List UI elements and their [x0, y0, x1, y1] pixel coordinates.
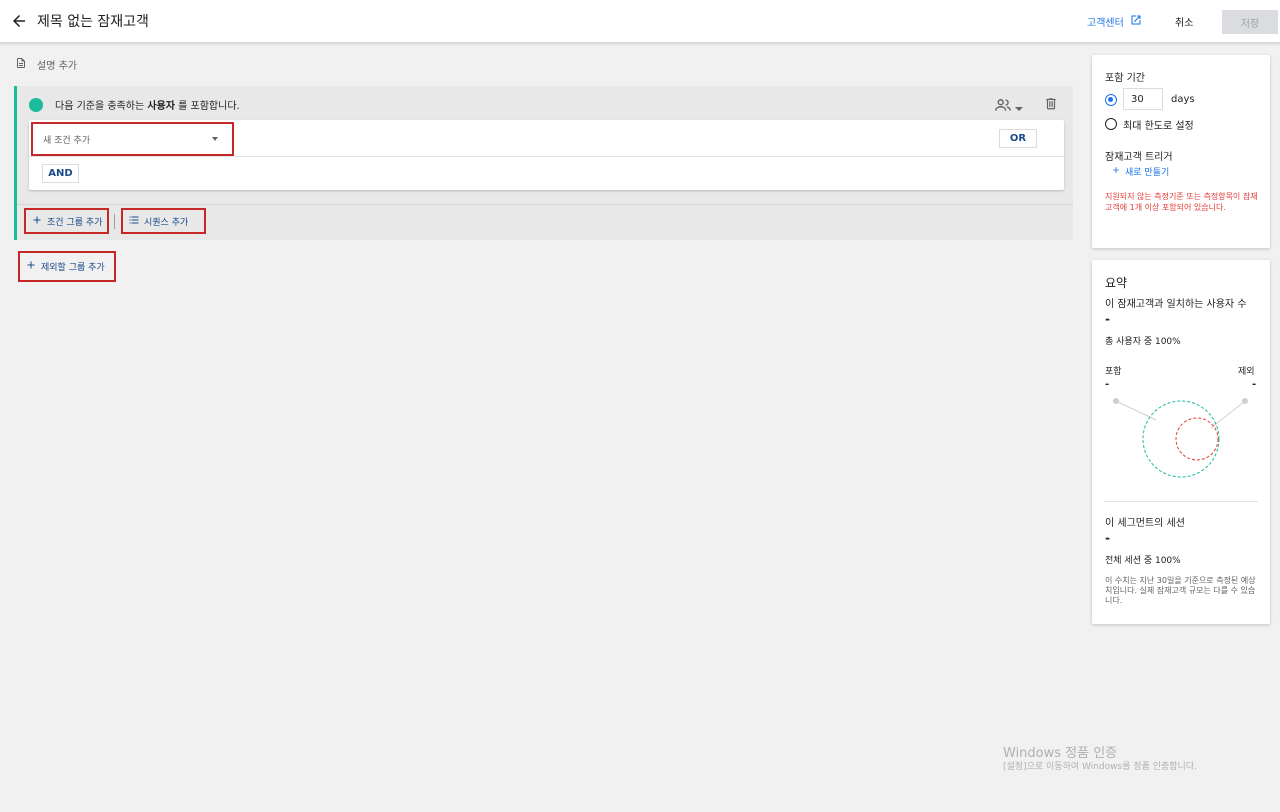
add-description-button[interactable]: 설명 추가	[15, 56, 77, 73]
summary-title: 요약	[1105, 276, 1128, 290]
help-center-link[interactable]: 고객센터	[1087, 14, 1142, 29]
exclude-label: 제외	[1238, 367, 1255, 377]
user-scope-dropdown[interactable]	[995, 97, 1023, 116]
add-sequence-button[interactable]: 시퀀스 추가	[121, 208, 206, 234]
sessions-percentage: 전체 세션 중 100%	[1105, 556, 1181, 566]
save-button[interactable]: 저장	[1222, 10, 1278, 34]
delete-group-trash-icon[interactable]	[1044, 96, 1058, 115]
or-button[interactable]: OR	[999, 129, 1037, 148]
plus-icon	[25, 259, 37, 274]
back-arrow-icon[interactable]	[10, 12, 28, 30]
add-exclude-group-label: 제외할 그룹 추가	[41, 263, 105, 273]
add-description-label: 설명 추가	[37, 61, 77, 72]
include-header: 다음 기준을 충족하는 사용자 를 포함합니다.	[29, 97, 240, 112]
condition-card: 새 조건 추가 OR AND	[29, 120, 1064, 190]
include-status-dot	[29, 97, 43, 112]
caret-down-icon	[212, 137, 218, 141]
days-input[interactable]	[1123, 88, 1163, 110]
trigger-title: 잠재고객 트리거	[1105, 152, 1173, 163]
max-limit-label: 최대 한도로 설정	[1123, 121, 1194, 132]
days-radio[interactable]	[1105, 94, 1117, 106]
add-condition-group-label: 조건 그룹 추가	[47, 217, 103, 228]
footer-separator	[114, 214, 115, 229]
top-bar: 제목 없는 잠재고객 고객센터 취소 저장	[0, 0, 1280, 43]
max-limit-radio[interactable]	[1105, 118, 1117, 130]
sessions-value: -	[1105, 531, 1110, 545]
venn-diagram	[1113, 398, 1248, 478]
sessions-label: 이 세그먼트의 세션	[1105, 518, 1185, 529]
plus-icon	[1111, 165, 1121, 178]
panel-footer-divider	[17, 204, 1073, 205]
include-group-panel: 다음 기준을 충족하는 사용자 를 포함합니다. 새 조건 추가 OR AND …	[14, 86, 1073, 240]
membership-title: 포함 기간	[1105, 73, 1145, 84]
summary-card: 요약 이 잠재고객과 일치하는 사용자 수 - 총 사용자 중 100% 포함 …	[1092, 260, 1270, 624]
matching-users-value: -	[1105, 312, 1110, 326]
new-condition-dropdown[interactable]: 새 조건 추가	[31, 122, 234, 156]
summary-divider	[1104, 501, 1258, 502]
include-subject: 사용자	[147, 101, 175, 112]
include-suffix: 를 포함합니다.	[178, 101, 240, 112]
help-center-label: 고객센터	[1087, 18, 1124, 29]
document-icon	[15, 56, 27, 73]
new-condition-label: 새 조건 추가	[43, 136, 91, 146]
people-icon	[995, 97, 1012, 116]
exclude-value: -	[1252, 379, 1257, 390]
matching-users-label: 이 잠재고객과 일치하는 사용자 수	[1105, 299, 1247, 310]
add-sequence-label: 시퀀스 추가	[144, 217, 189, 228]
cancel-button[interactable]: 취소	[1175, 14, 1193, 29]
include-value: -	[1105, 379, 1110, 390]
and-button[interactable]: AND	[42, 164, 79, 183]
add-condition-group-button[interactable]: 조건 그룹 추가	[24, 208, 109, 234]
chevron-down-icon	[1015, 97, 1023, 116]
plus-icon	[31, 214, 43, 229]
add-exclude-group-button[interactable]: 제외할 그룹 추가	[18, 251, 116, 282]
users-percentage: 총 사용자 중 100%	[1105, 337, 1181, 347]
open-external-icon	[1130, 14, 1142, 29]
page-title: 제목 없는 잠재고객	[37, 14, 149, 30]
windows-activation-text: [설정]으로 이동하여 Windows를 정품 인증합니다.	[1003, 762, 1197, 772]
days-unit: days	[1171, 94, 1195, 105]
unsupported-warning: 지원되지 않는 측정기준 또는 측정항목이 잠재고객에 1개 이상 포함되어 있…	[1105, 192, 1258, 212]
include-prefix: 다음 기준을 충족하는	[55, 101, 145, 112]
membership-card: 포함 기간 days 최대 한도로 설정 잠재고객 트리거 새로 만들기 지원되…	[1092, 55, 1270, 248]
condition-divider	[29, 156, 1064, 157]
list-icon	[128, 214, 140, 229]
new-trigger-link[interactable]: 새로 만들기	[1111, 165, 1169, 178]
include-label: 포함	[1105, 367, 1122, 377]
new-trigger-label: 새로 만들기	[1125, 168, 1170, 178]
estimate-note: 이 수치는 지난 30일을 기준으로 측정된 예상치입니다. 실제 잠재고객 규…	[1105, 576, 1256, 605]
